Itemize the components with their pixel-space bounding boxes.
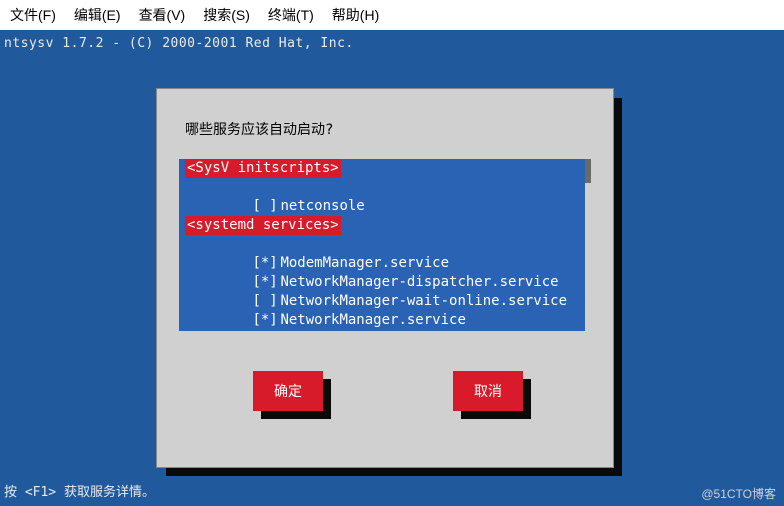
service-checkbox[interactable]: [ ]: [252, 292, 280, 311]
service-checkbox[interactable]: [*]: [252, 311, 280, 330]
listbox-scrollbar[interactable]: [585, 159, 591, 331]
dialog-question: 哪些服务应该自动启动?: [185, 119, 333, 139]
service-row[interactable]: [ ]netconsole: [179, 178, 591, 197]
service-checkbox[interactable]: [ ]: [252, 197, 280, 216]
service-checkbox[interactable]: [*]: [252, 330, 280, 331]
watermark: @51CTO博客: [701, 485, 776, 502]
menu-file[interactable]: 文件(F): [10, 5, 56, 25]
service-row[interactable]: [*]ModemManager.service: [179, 235, 591, 254]
menu-terminal[interactable]: 终端(T): [268, 5, 314, 25]
menubar: 文件(F) 编辑(E) 查看(V) 搜索(S) 终端(T) 帮助(H): [0, 0, 784, 30]
service-checkbox[interactable]: [*]: [252, 273, 280, 292]
cancel-button[interactable]: 取消: [453, 371, 523, 411]
section-sysv: <SysV initscripts>: [185, 159, 341, 178]
menu-edit[interactable]: 编辑(E): [74, 5, 121, 25]
menu-search[interactable]: 搜索(S): [203, 5, 250, 25]
service-checkbox[interactable]: [*]: [252, 254, 280, 273]
menu-help[interactable]: 帮助(H): [332, 5, 379, 25]
app-title-line: ntsysv 1.7.2 - (C) 2000-2001 Red Hat, In…: [4, 36, 354, 51]
ok-button[interactable]: 确定: [253, 371, 323, 411]
scrollbar-thumb[interactable]: [585, 159, 591, 183]
service-name: NetworkManager.service: [280, 312, 465, 328]
service-name: NetworkManager-wait-online.service: [280, 293, 567, 309]
section-systemd: <systemd services>: [185, 216, 341, 235]
services-listbox[interactable]: <SysV initscripts> [ ]netconsole [*]netw…: [179, 159, 591, 331]
terminal-area: ntsysv 1.7.2 - (C) 2000-2001 Red Hat, In…: [0, 30, 784, 506]
service-name: NetworkManager-dispatcher.service: [280, 274, 558, 290]
services-dialog: 哪些服务应该自动启动? <SysV initscripts> [ ]netcon…: [156, 88, 614, 468]
service-name: ModemManager.service: [280, 255, 449, 271]
menu-view[interactable]: 查看(V): [139, 5, 186, 25]
service-name: netconsole: [280, 198, 364, 214]
footer-hint: 按 <F1> 获取服务详情。: [4, 481, 155, 500]
